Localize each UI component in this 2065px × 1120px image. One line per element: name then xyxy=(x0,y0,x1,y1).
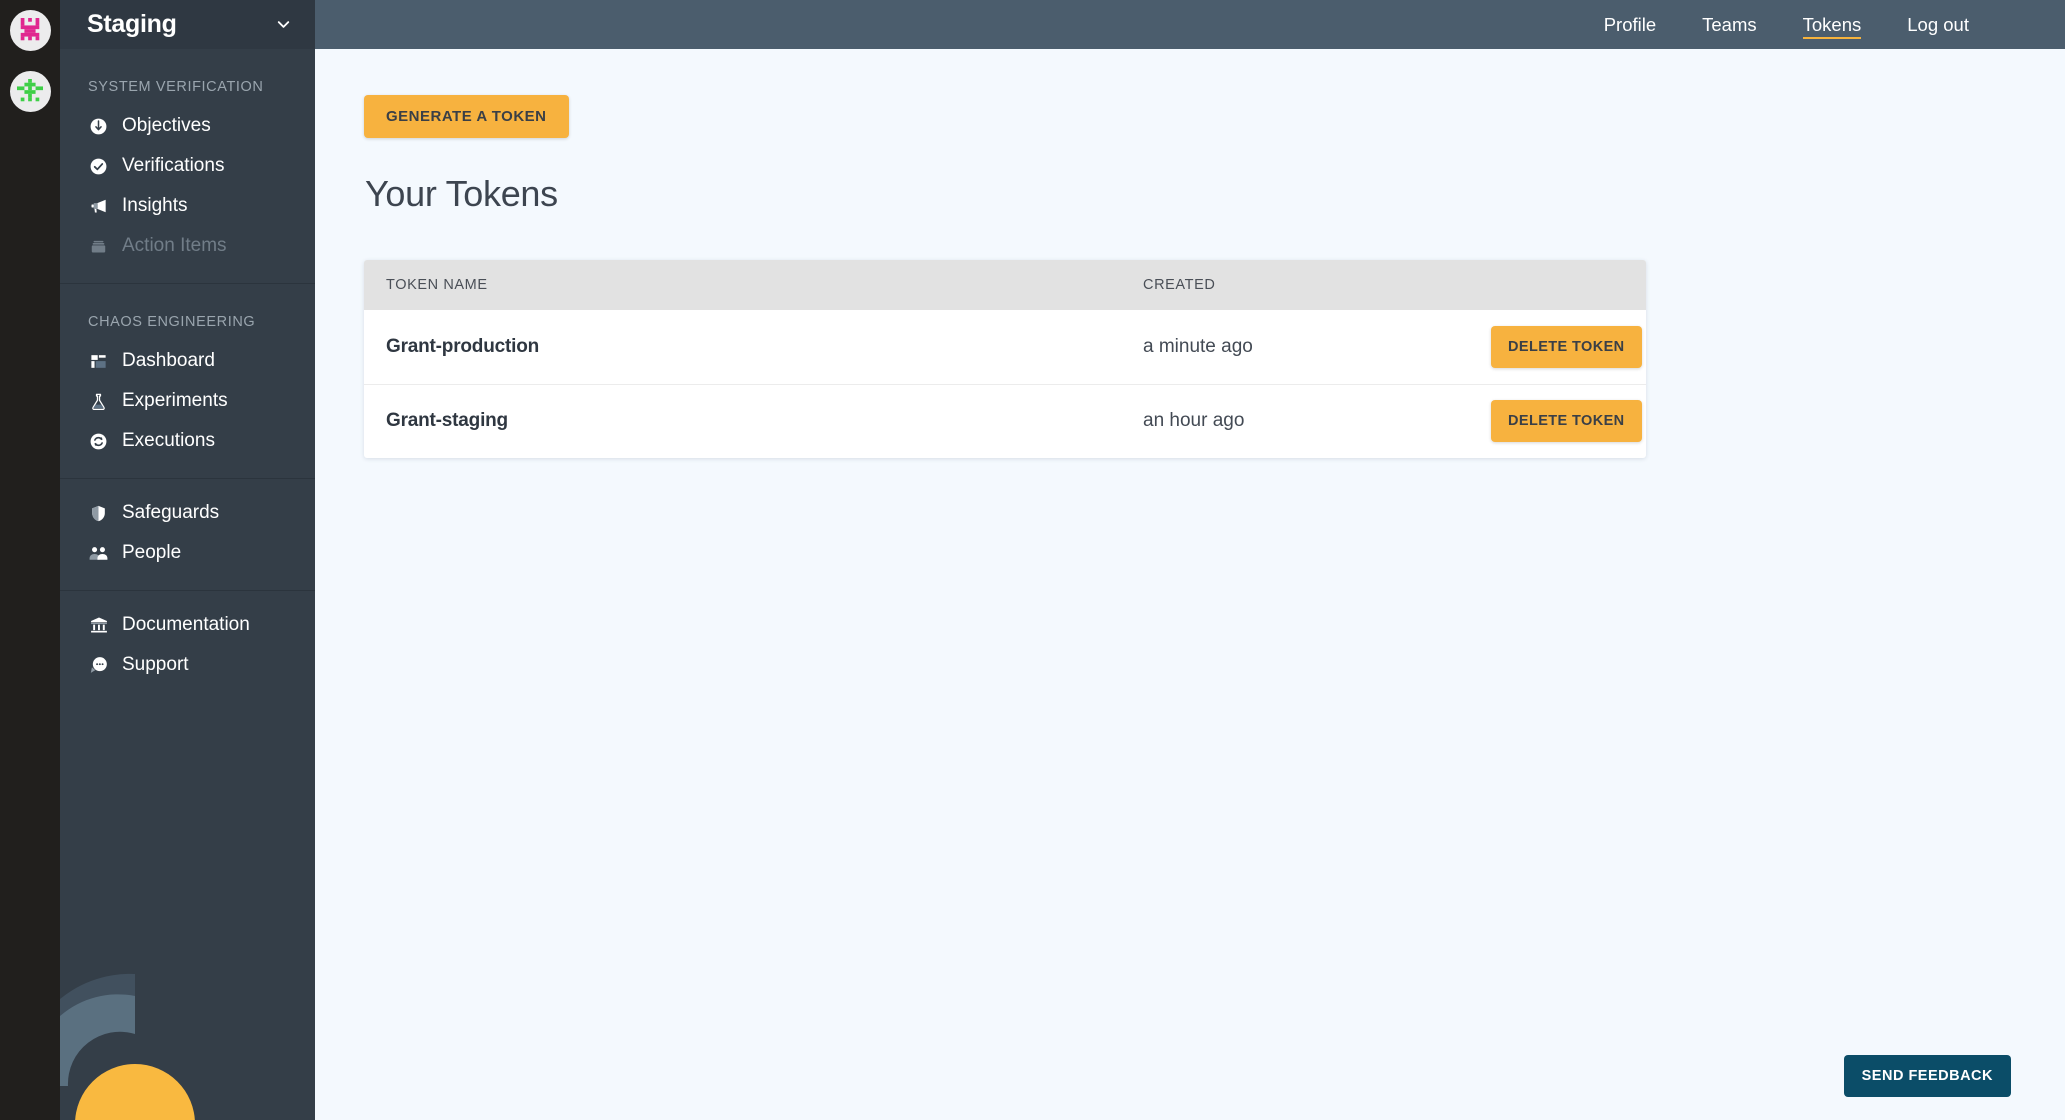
token-name-text: Grant-staging xyxy=(386,410,508,432)
cell-created: an hour ago xyxy=(1121,384,1491,458)
topnav-item-profile[interactable]: Profile xyxy=(1581,0,1679,49)
sidebar-item-label: Dashboard xyxy=(122,350,215,371)
column-header-created: CREATED xyxy=(1121,260,1491,310)
token-created-text: an hour ago xyxy=(1143,410,1245,432)
sidebar-item-label: Verifications xyxy=(122,155,225,176)
nav-group-help: Documentation Support xyxy=(60,591,315,685)
sidebar-item-documentation[interactable]: Documentation xyxy=(60,605,315,645)
topnav-item-logout[interactable]: Log out xyxy=(1884,0,1992,49)
identicon-green-icon xyxy=(17,78,43,101)
sidebar-item-label: Action Items xyxy=(122,235,227,256)
cell-token-name: Grant-staging xyxy=(364,384,1121,458)
check-circle-icon xyxy=(88,156,109,177)
tokens-table: TOKEN NAME CREATED Grant-production a mi… xyxy=(364,260,1646,458)
table-head: TOKEN NAME CREATED xyxy=(364,260,1646,310)
topnav-item-teams[interactable]: Teams xyxy=(1679,0,1780,49)
sidebar-item-label: Executions xyxy=(122,430,215,451)
column-header-token-name: TOKEN NAME xyxy=(364,260,1121,310)
token-name-text: Grant-production xyxy=(386,335,540,357)
flask-icon xyxy=(88,391,109,412)
sidebar-item-action-items[interactable]: Action Items xyxy=(60,226,315,266)
nav-group-system-verification: SYSTEM VERIFICATION Objectives Verificat… xyxy=(60,49,315,266)
identicon-pink-icon xyxy=(20,17,40,40)
sidebar-item-executions[interactable]: Executions xyxy=(60,421,315,461)
table-row: Grant-production a minute ago DELETE TOK… xyxy=(364,310,1646,384)
workspace-title: Staging xyxy=(87,10,177,38)
delete-token-button[interactable]: DELETE TOKEN xyxy=(1491,400,1642,443)
sidebar-item-label: Safeguards xyxy=(122,502,220,523)
right-pane: Profile Teams Tokens Log out GENERATE A … xyxy=(315,0,2065,1120)
cell-actions: DELETE TOKEN xyxy=(1491,310,1646,384)
delete-token-button[interactable]: DELETE TOKEN xyxy=(1491,325,1642,368)
shield-icon xyxy=(88,503,109,524)
cell-created: a minute ago xyxy=(1121,310,1491,384)
nav-group-label: SYSTEM VERIFICATION xyxy=(88,79,264,95)
sidebar: Staging SYSTEM VERIFICATION Objectives V… xyxy=(60,0,315,1120)
workspace-avatar-pink[interactable] xyxy=(9,10,51,51)
chat-bubble-icon xyxy=(88,655,109,676)
topbar: Profile Teams Tokens Log out xyxy=(315,0,2065,49)
sidebar-item-label: People xyxy=(122,542,182,563)
sidebar-item-experiments[interactable]: Experiments xyxy=(60,381,315,421)
main-content: GENERATE A TOKEN Your Tokens TOKEN NAME … xyxy=(315,49,2065,1120)
nav-group-label: CHAOS ENGINEERING xyxy=(88,314,256,330)
page-title: Your Tokens xyxy=(365,173,558,214)
target-arrow-icon xyxy=(88,116,109,137)
chevron-down-icon[interactable] xyxy=(274,15,293,34)
cell-actions: DELETE TOKEN xyxy=(1491,384,1646,458)
sidebar-item-support[interactable]: Support xyxy=(60,645,315,685)
sidebar-item-label: Experiments xyxy=(122,390,228,411)
people-icon xyxy=(88,543,109,564)
token-created-text: a minute ago xyxy=(1143,335,1253,357)
sidebar-item-label: Support xyxy=(122,654,189,675)
sidebar-item-insights[interactable]: Insights xyxy=(60,186,315,226)
topnav-item-tokens[interactable]: Tokens xyxy=(1780,0,1885,49)
sidebar-item-objectives[interactable]: Objectives xyxy=(60,106,315,146)
sidebar-item-people[interactable]: People xyxy=(60,533,315,573)
sidebar-item-dashboard[interactable]: Dashboard xyxy=(60,341,315,381)
table-header-row: TOKEN NAME CREATED xyxy=(364,260,1646,310)
sidebar-item-safeguards[interactable]: Safeguards xyxy=(60,493,315,533)
cell-token-name: Grant-production xyxy=(364,310,1121,384)
archive-box-icon xyxy=(88,236,109,257)
sidebar-header[interactable]: Staging xyxy=(60,0,315,49)
sidebar-item-label: Insights xyxy=(122,195,188,216)
tokens-card: TOKEN NAME CREATED Grant-production a mi… xyxy=(364,260,1646,458)
dashboard-grid-icon xyxy=(88,351,109,372)
send-feedback-button[interactable]: SEND FEEDBACK xyxy=(1843,1055,2011,1097)
megaphone-icon xyxy=(88,196,109,217)
bank-icon xyxy=(88,615,109,636)
table-body: Grant-production a minute ago DELETE TOK… xyxy=(364,310,1646,458)
workspace-avatar-green[interactable] xyxy=(9,71,51,112)
generate-token-button[interactable]: GENERATE A TOKEN xyxy=(364,95,569,138)
nav-group-chaos-engineering: CHAOS ENGINEERING Dashboard Experiments … xyxy=(60,284,315,461)
column-header-actions xyxy=(1491,260,1646,310)
table-row: Grant-staging an hour ago DELETE TOKEN xyxy=(364,384,1646,458)
app-root: Staging SYSTEM VERIFICATION Objectives V… xyxy=(0,0,2065,1120)
refresh-circle-icon xyxy=(88,431,109,452)
sidebar-item-verifications[interactable]: Verifications xyxy=(60,146,315,186)
sidebar-item-label: Documentation xyxy=(122,614,250,635)
decorative-gear-graphic xyxy=(60,973,195,1120)
sidebar-item-label: Objectives xyxy=(122,115,211,136)
nav-group-admin: Safeguards People xyxy=(60,479,315,573)
workspace-rail xyxy=(0,0,60,1120)
